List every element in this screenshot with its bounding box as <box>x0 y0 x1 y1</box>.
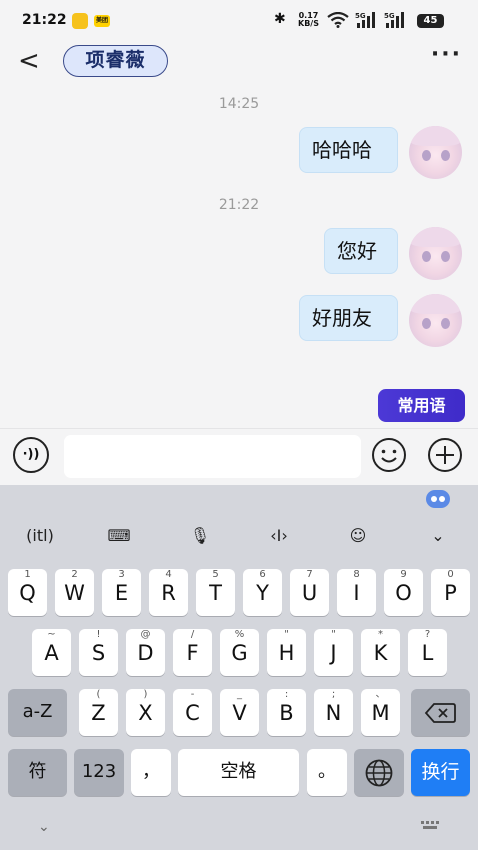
signal-5g-label: 5G <box>355 12 366 20</box>
key-d[interactable]: @ D <box>126 629 165 676</box>
keyboard-logo-icon[interactable] <box>426 490 450 508</box>
message-list: 14:25 哈哈哈 21:22 您好 好朋友 常用语 <box>0 84 478 428</box>
signal-5g-label-2: 5G <box>384 12 395 20</box>
timestamp: 14:25 <box>218 96 260 112</box>
key-x[interactable]: ) X <box>126 689 165 736</box>
key-y[interactable]: 6Y <box>243 569 282 616</box>
key-j[interactable]: " J <box>314 629 353 676</box>
key-o[interactable]: 9O <box>384 569 423 616</box>
symbol-key[interactable]: 符 <box>8 749 67 796</box>
avatar-eye <box>441 150 450 161</box>
key-w[interactable]: 2W <box>55 569 94 616</box>
enter-key[interactable]: 换行 <box>411 749 470 796</box>
key-u[interactable]: 7U <box>290 569 329 616</box>
message-input[interactable] <box>64 435 361 478</box>
message-bubble[interactable]: 您好 <box>324 228 398 274</box>
key-a[interactable]: ~ A <box>32 629 71 676</box>
keyboard-switch-icon[interactable] <box>421 821 441 831</box>
hide-keyboard-icon[interactable]: ⌄ <box>38 819 50 835</box>
message-bubble[interactable]: 哈哈哈 <box>299 127 398 173</box>
back-button[interactable]: < <box>18 46 40 76</box>
avatar-eye <box>441 318 450 329</box>
collapse-keyboard-icon[interactable]: ⌄ <box>423 523 453 549</box>
key-t[interactable]: 5T <box>196 569 235 616</box>
avatar-eye <box>422 251 431 262</box>
timestamp: 21:22 <box>218 197 260 213</box>
status-bar: 21:22 美团 ✱ 0.17 KB/S 5G 5G 45 <box>0 0 478 42</box>
key-f[interactable]: / F <box>173 629 212 676</box>
network-speed: 0.17 KB/S <box>298 11 319 28</box>
common-phrases-button[interactable]: 常用语 <box>378 389 465 422</box>
number-key[interactable]: 123 <box>74 749 124 796</box>
status-time: 21:22 <box>22 12 67 28</box>
comma-key[interactable]: ， <box>131 749 171 796</box>
signal-5g-icon: 5G <box>355 12 375 28</box>
avatar-eye <box>422 150 431 161</box>
key-m[interactable]: 、 M <box>361 689 400 736</box>
avatar-hair <box>409 294 462 314</box>
space-key[interactable]: 空格 <box>178 749 299 796</box>
bluetooth-icon: ✱ <box>274 11 286 27</box>
cursor-move-icon[interactable]: ‹I› <box>264 523 294 549</box>
avatar-hair <box>409 227 462 247</box>
voice-input-button[interactable]: ·)) <box>13 437 49 473</box>
key-l[interactable]: ? L <box>408 629 447 676</box>
case-toggle-key[interactable]: a-Z <box>8 689 67 736</box>
my-avatar[interactable] <box>409 227 462 280</box>
emoji-button[interactable] <box>371 437 407 473</box>
globe-icon <box>365 759 393 787</box>
avatar-eye <box>422 318 431 329</box>
input-bar: ·)) <box>0 428 478 485</box>
avatar-eye <box>441 251 450 262</box>
avatar-hair <box>409 126 462 146</box>
key-v[interactable]: _ V <box>220 689 259 736</box>
keyboard-layout-icon[interactable]: ⌨ <box>104 523 134 549</box>
more-options-button[interactable]: ··· <box>431 42 462 67</box>
key-n[interactable]: ; N <box>314 689 353 736</box>
key-c[interactable]: -C <box>173 689 212 736</box>
key-i[interactable]: 8I <box>337 569 376 616</box>
my-avatar[interactable] <box>409 294 462 347</box>
keyboard: (itl) ⌨ 🎙 ‹I› ☺ ⌄ 1Q 2W 3E 4R 5T 6Y 7U 8… <box>0 485 478 850</box>
more-actions-button[interactable] <box>427 437 463 473</box>
keyboard-emoji-icon[interactable]: ☺ <box>343 523 373 549</box>
chat-header: < 项睿薇 ··· <box>0 42 478 84</box>
notification-app-icon <box>72 13 88 29</box>
microphone-icon[interactable]: 🎙 <box>185 523 215 549</box>
period-key[interactable]: 。 <box>307 749 347 796</box>
contact-name[interactable]: 项睿薇 <box>63 45 168 77</box>
language-key[interactable] <box>354 749 404 796</box>
wifi-icon <box>327 12 349 28</box>
key-g[interactable]: % G <box>220 629 259 676</box>
key-r[interactable]: 4R <box>149 569 188 616</box>
key-h[interactable]: " H <box>267 629 306 676</box>
my-avatar[interactable] <box>409 126 462 179</box>
backspace-key[interactable] <box>411 689 470 736</box>
key-e[interactable]: 3E <box>102 569 141 616</box>
keyboard-handwriting-icon[interactable]: (itl) <box>25 523 55 549</box>
key-s[interactable]: ! S <box>79 629 118 676</box>
message-bubble[interactable]: 好朋友 <box>299 295 398 341</box>
signal-5g-icon-2: 5G <box>384 12 404 28</box>
battery-indicator: 45 <box>417 14 444 28</box>
key-b[interactable]: :B <box>267 689 306 736</box>
meituan-app-icon: 美团 <box>94 15 110 27</box>
key-k[interactable]: * K <box>361 629 400 676</box>
key-p[interactable]: 0P <box>431 569 470 616</box>
backspace-icon <box>424 703 456 723</box>
key-q[interactable]: 1Q <box>8 569 47 616</box>
key-z[interactable]: (Z <box>79 689 118 736</box>
